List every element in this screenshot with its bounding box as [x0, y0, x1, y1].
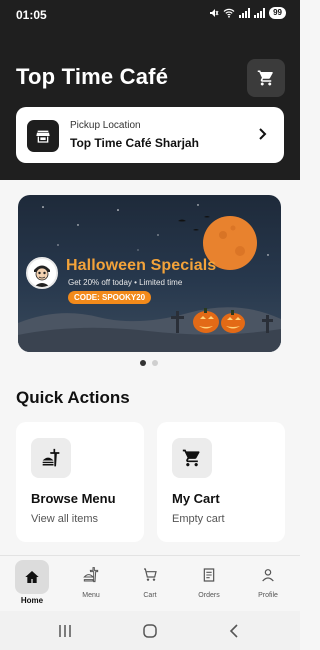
- my-cart-subtitle: Empty cart: [172, 513, 225, 525]
- pickup-value: Top Time Café Sharjah: [70, 136, 199, 150]
- my-cart-card[interactable]: My Cart Empty cart: [157, 422, 285, 542]
- store-icon: [27, 120, 59, 152]
- orders-icon: [193, 560, 225, 590]
- status-bar: 01:05 99: [0, 0, 300, 28]
- promo-title: Halloween Specials: [66, 257, 217, 274]
- browse-menu-subtitle: View all items: [31, 513, 99, 525]
- mute-icon: [210, 9, 219, 17]
- nav-home[interactable]: Home: [6, 560, 58, 610]
- recent-apps-icon[interactable]: [58, 624, 72, 638]
- nav-orders[interactable]: Orders: [183, 560, 235, 610]
- promo-code-badge: CODE: SPOOKY20: [68, 291, 152, 304]
- chevron-right-icon: [259, 128, 267, 140]
- cart-icon: [257, 70, 273, 86]
- nav-label-menu: Menu: [82, 592, 100, 599]
- nav-menu[interactable]: Menu: [65, 560, 117, 610]
- menu-icon: [75, 560, 107, 590]
- chef-avatar: [26, 257, 58, 289]
- carousel-dot[interactable]: [152, 360, 158, 366]
- nav-profile[interactable]: Profile: [242, 560, 294, 610]
- browse-menu-title: Browse Menu: [31, 491, 116, 506]
- food-icon: [31, 438, 71, 478]
- status-icons: 99: [209, 7, 286, 19]
- nav-cart[interactable]: Cart: [124, 560, 176, 610]
- promo-subtitle: Get 20% off today • Limited time: [68, 278, 183, 287]
- app-title: Top Time Café: [16, 64, 169, 89]
- wifi-icon: [223, 8, 235, 18]
- header-cart-button[interactable]: [247, 59, 285, 97]
- carousel-dots: [140, 360, 158, 366]
- nav-label-orders: Orders: [198, 592, 220, 599]
- back-icon[interactable]: [228, 624, 240, 638]
- cart-icon: [134, 560, 166, 590]
- nav-label-home: Home: [20, 596, 44, 605]
- carousel-dot-active[interactable]: [140, 360, 146, 366]
- signal-icon-2: [254, 8, 266, 18]
- bottom-navigation: Home Menu Cart Orders Profile: [0, 555, 300, 611]
- cart-icon: [172, 438, 212, 478]
- signal-icon: [239, 8, 251, 18]
- section-title-quick-actions: Quick Actions: [16, 388, 130, 407]
- pickup-location-card[interactable]: Pickup Location Top Time Café Sharjah: [16, 107, 284, 163]
- promo-banner[interactable]: Halloween Specials Get 20% off today • L…: [18, 195, 281, 352]
- my-cart-title: My Cart: [172, 491, 220, 506]
- profile-icon: [252, 560, 284, 590]
- pickup-label: Pickup Location: [70, 120, 141, 131]
- browse-menu-card[interactable]: Browse Menu View all items: [16, 422, 144, 542]
- home-gesture-icon[interactable]: [143, 624, 157, 638]
- battery-indicator: 99: [269, 7, 286, 19]
- nav-label-cart: Cart: [143, 592, 157, 599]
- status-time: 01:05: [16, 8, 47, 22]
- app-header: 01:05 99 Top Time Café Pickup Location T…: [0, 0, 300, 180]
- nav-label-profile: Profile: [258, 592, 278, 599]
- system-navigation-bar: [0, 611, 300, 650]
- home-icon: [15, 560, 49, 594]
